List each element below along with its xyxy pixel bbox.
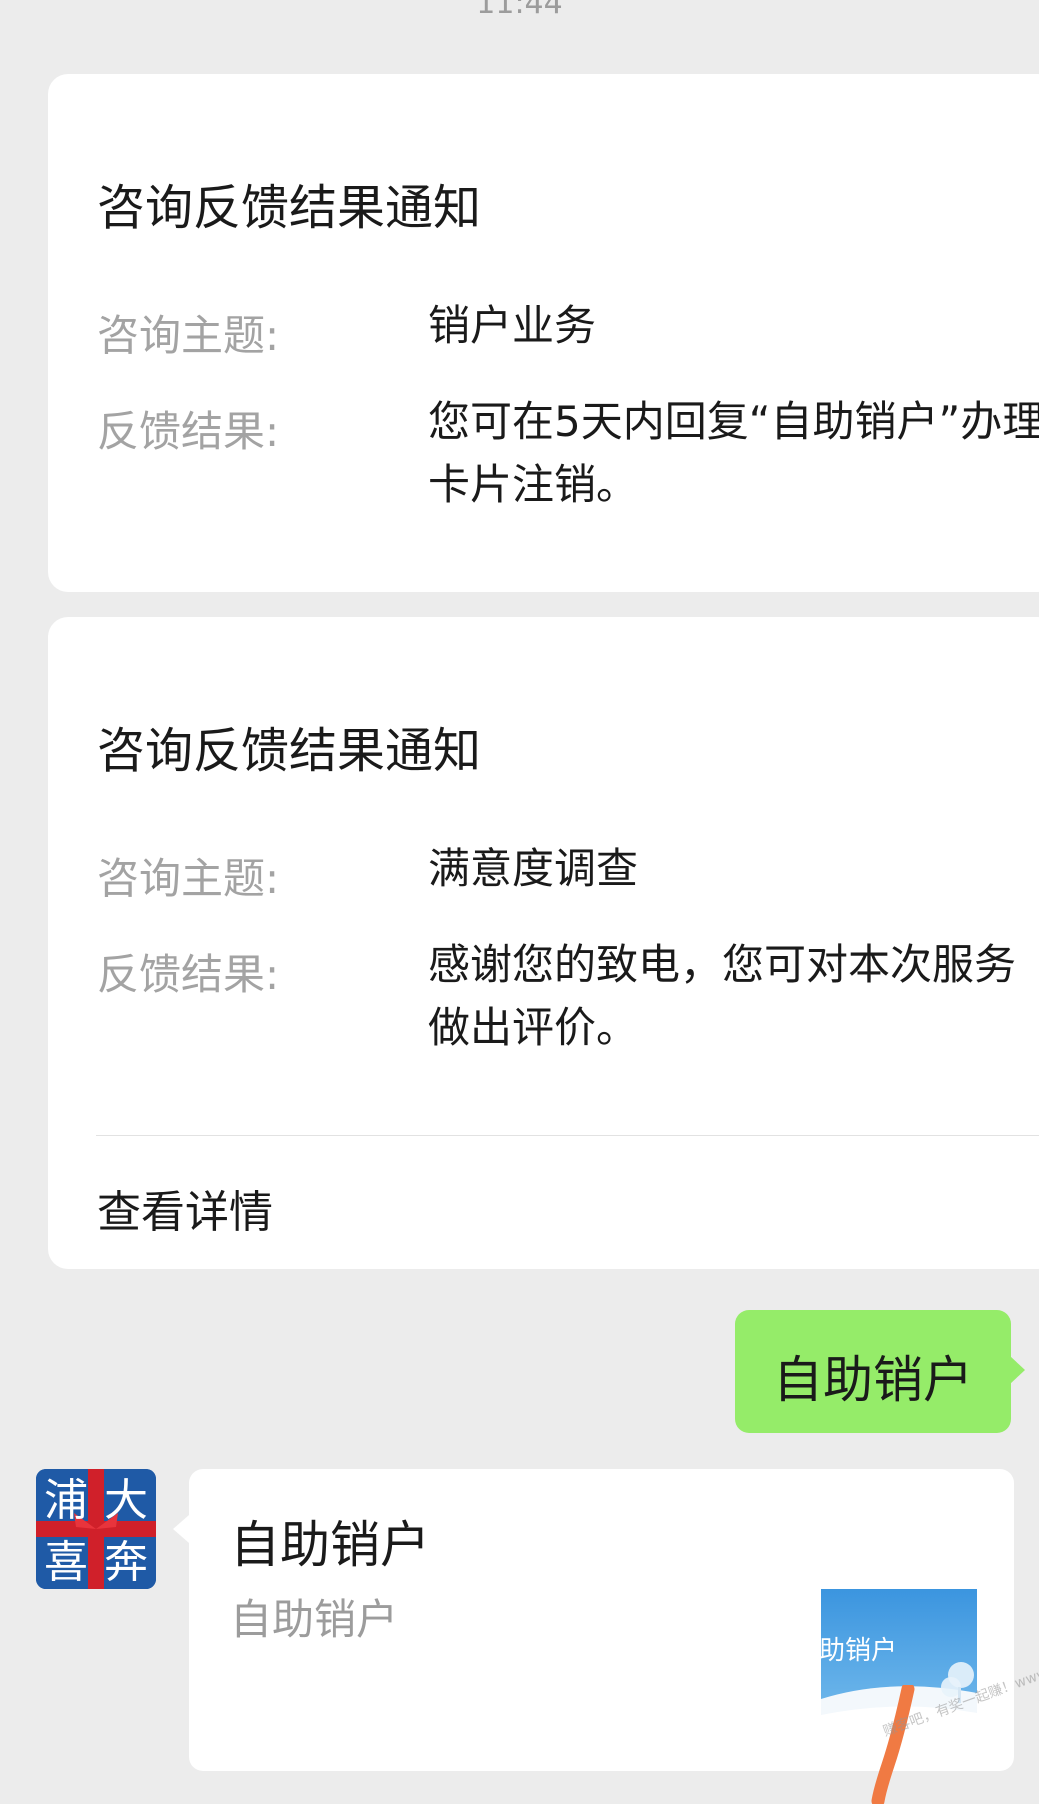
svg-text:奔: 奔 — [104, 1537, 148, 1588]
subject-value: 销户业务 — [428, 301, 597, 350]
sent-message-text: 自助销户 — [773, 1351, 973, 1409]
result-label: 反馈结果: — [97, 407, 280, 456]
card-title: 咨询反馈结果通知 — [97, 180, 482, 236]
subject-label: 咨询主题: — [97, 854, 280, 903]
pudaxiben-logo-icon[interactable]: 浦 大 喜 奔 — [36, 1469, 156, 1589]
thumbnail-text: 助销户 — [821, 1636, 898, 1666]
card-divider — [96, 1135, 1039, 1136]
notification-card[interactable]: 咨询反馈结果通知 咨询主题: 满意度调查 反馈结果: 感谢您的致电，您可对本次服… — [48, 617, 1039, 1269]
link-card-title: 自助销户 — [230, 1516, 430, 1574]
card-title: 咨询反馈结果通知 — [97, 723, 482, 779]
svg-text:浦: 浦 — [44, 1475, 88, 1526]
view-details-link[interactable]: 查看详情 — [97, 1176, 273, 1240]
svg-text:喜: 喜 — [44, 1537, 88, 1588]
subject-label: 咨询主题: — [97, 311, 280, 360]
result-label: 反馈结果: — [97, 950, 280, 999]
result-value: 感谢您的致电，您可对本次服务做出评价。 — [428, 940, 1017, 1052]
result-value: 您可在5天内回复“自助销户”办理卡片注销。 — [428, 397, 1039, 509]
subject-value: 满意度调查 — [428, 844, 639, 893]
notification-card[interactable]: 咨询反馈结果通知 咨询主题: 销户业务 反馈结果: 您可在5天内回复“自助销户”… — [48, 74, 1039, 592]
svg-text:大: 大 — [104, 1475, 148, 1526]
avatar-logo-graphic: 浦 大 喜 奔 — [36, 1469, 156, 1589]
sent-message-bubble[interactable]: 自助销户 — [735, 1310, 1025, 1433]
link-card-description: 自助销户 — [230, 1595, 399, 1644]
message-timestamp: 11:44 — [476, 0, 563, 21]
